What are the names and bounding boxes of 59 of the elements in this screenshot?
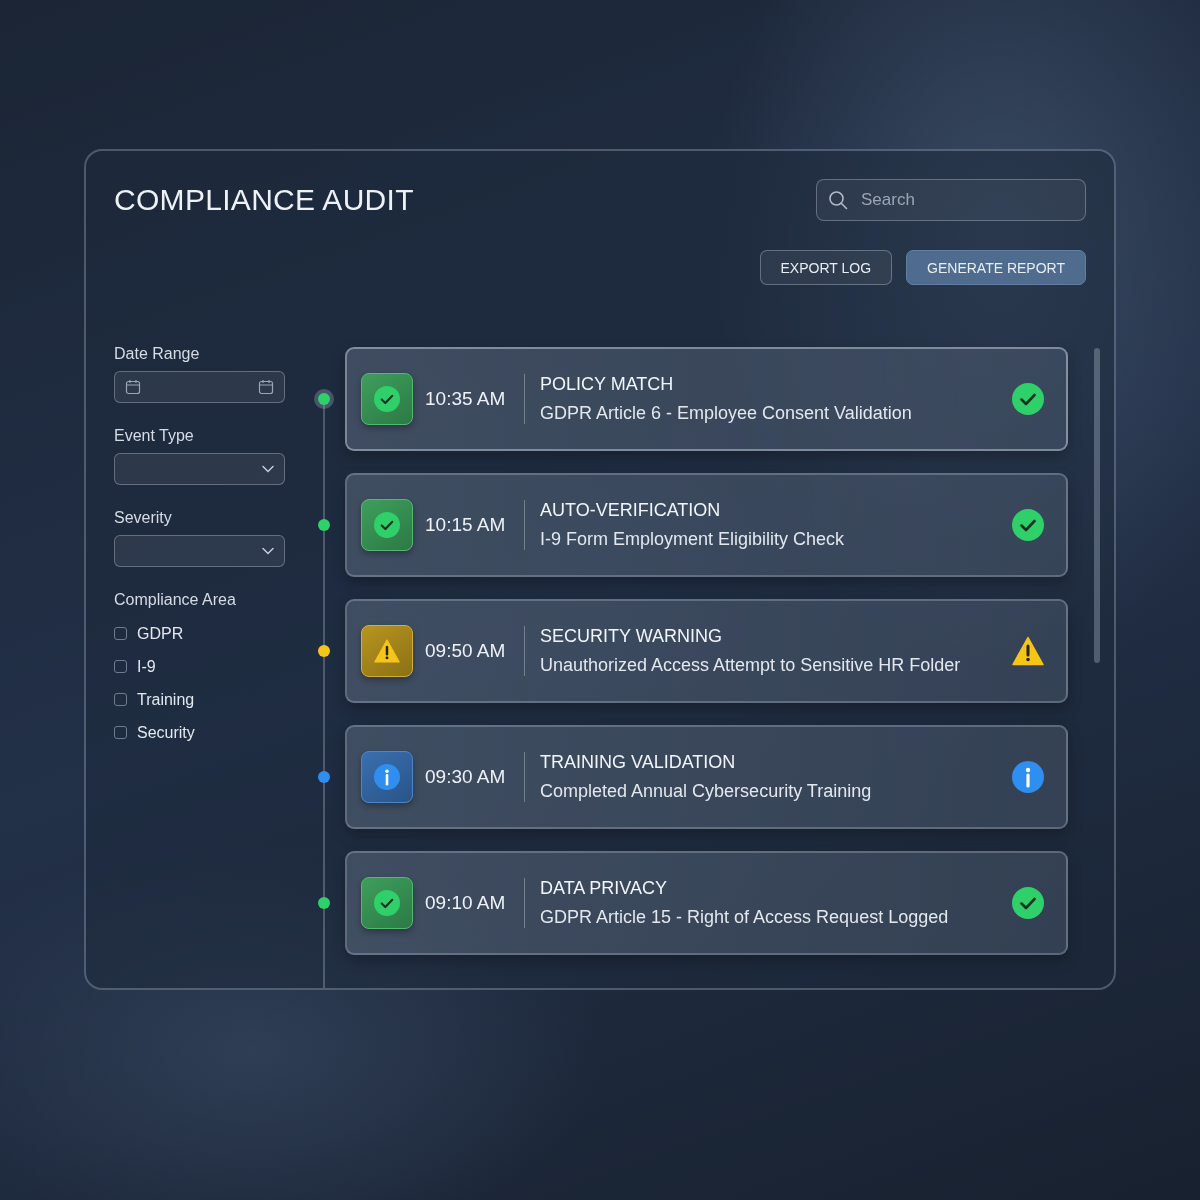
checkbox[interactable]: [114, 627, 127, 640]
event-time: 10:35 AM: [425, 388, 507, 410]
event-title: POLICY MATCH: [540, 374, 675, 395]
search-icon: [828, 190, 848, 210]
info-circle-icon: [1012, 761, 1044, 793]
chevron-down-icon: [262, 465, 274, 473]
event-description: Unauthorized Access Attempt to Sensitive HR Folder: [540, 655, 962, 676]
event-description: GDPR Article 6 - Employee Consent Validation: [540, 403, 913, 424]
timeline-dot: [318, 393, 330, 405]
event-description: I-9 Form Employment Eligibility Check: [540, 529, 846, 550]
check-circle-icon: [1012, 887, 1044, 919]
checkbox-label: GDPR: [137, 624, 184, 643]
event-description: GDPR Article 15 - Right of Access Request Logged: [540, 907, 950, 928]
check-circle-icon: [1012, 383, 1044, 415]
event-card[interactable]: 10:35 AM POLICY MATCH GDPR Article 6 - Employee Consent Validation: [345, 347, 1068, 451]
checkbox[interactable]: [114, 693, 127, 706]
checkbox-label: Security: [137, 723, 195, 742]
dropdown-field[interactable]: [114, 453, 285, 485]
filter-label: Event Type: [114, 427, 195, 445]
info-circle-icon: [374, 764, 400, 790]
dropdown-field[interactable]: [114, 535, 285, 567]
event-title: AUTO-VERIFICATION: [540, 500, 722, 521]
checkbox-label: Training: [137, 690, 195, 709]
timeline-dot: [318, 897, 330, 909]
checkbox[interactable]: [114, 726, 127, 739]
warning-triangle-icon: [1012, 635, 1044, 667]
check-circle-icon: [374, 512, 400, 538]
filter-label: Compliance Area: [114, 591, 237, 609]
export-button[interactable]: EXPORT LOG: [759, 250, 893, 285]
date-range-field[interactable]: [114, 371, 285, 403]
timeline-dot: [318, 645, 330, 657]
filter-label: Date Range: [114, 345, 201, 363]
chevron-down-icon: [262, 547, 274, 555]
event-time: 09:30 AM: [425, 766, 507, 788]
check-circle-icon: [374, 386, 400, 412]
event-card[interactable]: 09:50 AM SECURITY WARNING Unauthorized Access Attempt to Sensitive HR Folder: [345, 599, 1068, 703]
checkbox-label: I-9: [137, 657, 156, 676]
checkbox[interactable]: [114, 660, 127, 673]
event-time: 10:15 AM: [425, 514, 507, 536]
event-title: TRAINING VALIDATION: [540, 752, 737, 773]
event-title: SECURITY WARNING: [540, 626, 723, 647]
generate-button[interactable]: GENERATE REPORT: [906, 250, 1086, 285]
filter-label: Severity: [114, 509, 173, 527]
check-circle-icon: [1012, 509, 1044, 541]
event-time: 09:10 AM: [425, 892, 507, 914]
event-time: 09:50 AM: [425, 640, 507, 662]
event-card[interactable]: 09:30 AM TRAINING VALIDATION Completed Annual Cybersecurity Training: [345, 725, 1068, 829]
event-title: DATA PRIVACY: [540, 878, 669, 899]
timeline-dot: [318, 771, 330, 783]
event-description: Completed Annual Cybersecurity Training: [540, 781, 873, 802]
calendar-icon: [258, 379, 274, 395]
event-card[interactable]: 09:10 AM DATA PRIVACY GDPR Article 15 - Right of Access Request Logged: [345, 851, 1068, 955]
check-circle-icon: [374, 890, 400, 916]
calendar-icon: [125, 379, 141, 395]
event-card[interactable]: 10:15 AM AUTO-VERIFICATION I-9 Form Employment Eligibility Check: [345, 473, 1068, 577]
scrollbar[interactable]: [1094, 348, 1100, 663]
page-title: COMPLIANCE AUDIT: [114, 182, 415, 218]
warning-triangle-icon: [374, 638, 400, 664]
timeline-dot: [318, 519, 330, 531]
